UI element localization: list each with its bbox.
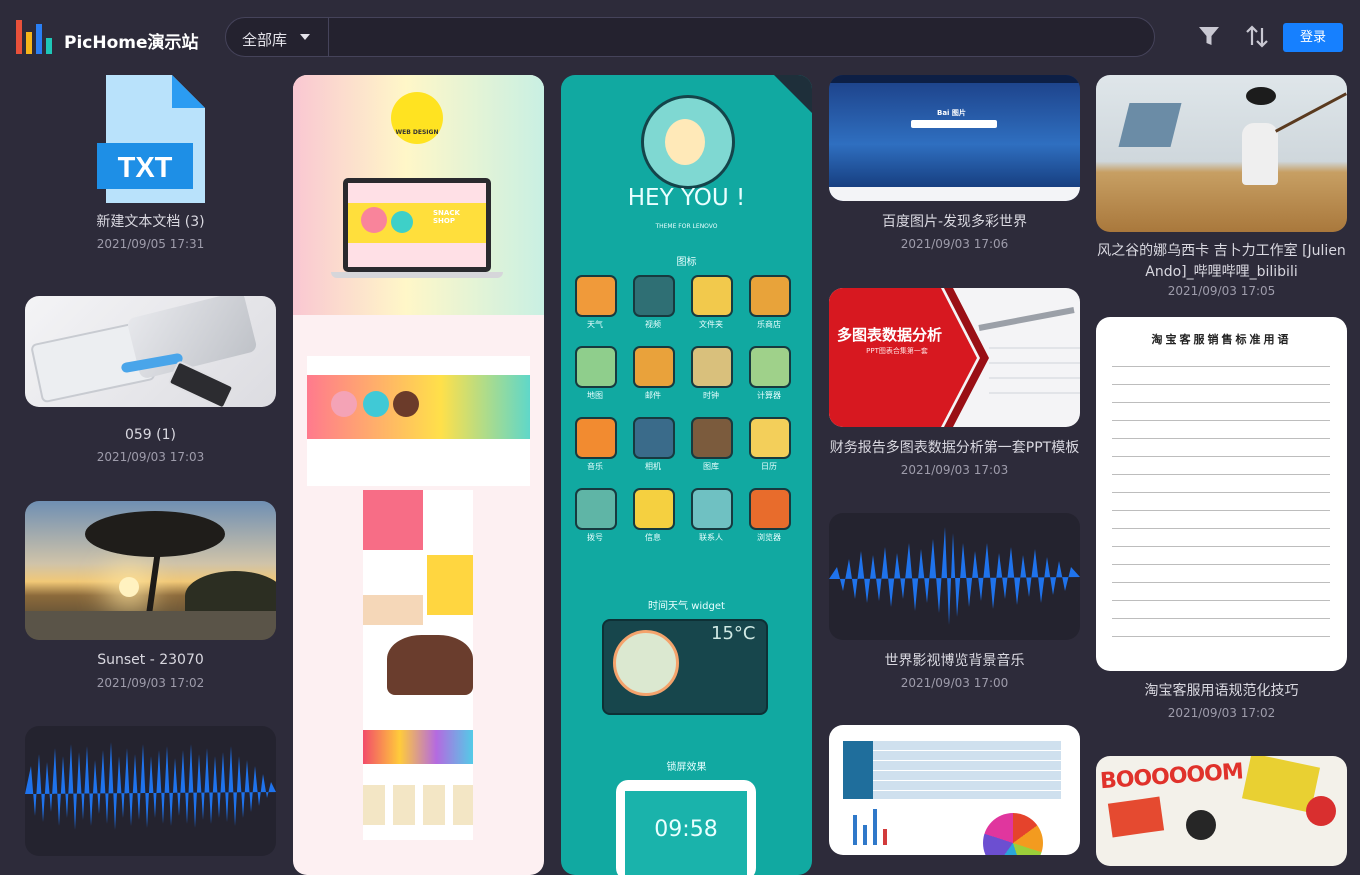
theme-app-icon: 音乐 bbox=[575, 417, 617, 472]
filter-icon[interactable] bbox=[1197, 24, 1223, 50]
asset-date: 2021/09/05 17:31 bbox=[96, 237, 205, 251]
asset-date: 2021/09/03 17:05 bbox=[1167, 284, 1276, 298]
app-logo[interactable] bbox=[16, 20, 54, 54]
asset-title: 财务报告多图表数据分析第一套PPT模板 bbox=[829, 440, 1080, 456]
txt-file-icon: TXT bbox=[97, 75, 205, 203]
thumbnail-violin-photo bbox=[1096, 75, 1347, 232]
thumbnail-phone-theme: HEY YOU ! THEME FOR LENOVO 图标 天气 视频 文件夹 乐商店… bbox=[561, 75, 812, 875]
asset-card-document[interactable]: 淘宝客服销售标准用语 淘宝客服用语规范化技巧 2021/09/03 17:02 bbox=[1096, 317, 1347, 727]
thumbnail-audio-waveform bbox=[829, 513, 1080, 640]
asset-date: 2021/09/03 17:03 bbox=[900, 463, 1009, 477]
theme-app-icon: 信息 bbox=[633, 488, 675, 543]
sort-icon[interactable] bbox=[1244, 24, 1270, 50]
theme-app-icon: 视频 bbox=[633, 275, 675, 330]
theme-app-icon: 计算器 bbox=[749, 346, 791, 401]
top-bar: PicHome演示站 全部库 登录 bbox=[0, 0, 1360, 76]
svg-text:TXT: TXT bbox=[118, 152, 173, 184]
theme-app-icon: 联系人 bbox=[691, 488, 733, 543]
asset-card-theme[interactable]: HEY YOU ! THEME FOR LENOVO 图标 天气 视频 文件夹 乐商店… bbox=[561, 75, 812, 875]
thumbnail-audio-waveform bbox=[25, 726, 276, 856]
caret-down-icon bbox=[300, 34, 310, 40]
theme-app-icon: 图库 bbox=[691, 417, 733, 472]
theme-app-icon: 文件夹 bbox=[691, 275, 733, 330]
asset-title: 淘宝客服用语规范化技巧 bbox=[1144, 683, 1299, 699]
asset-card-txt[interactable]: TXT 新建文本文档 (3) 2021/09/05 17:31 bbox=[25, 75, 276, 265]
theme-app-icon: 相机 bbox=[633, 417, 675, 472]
library-scope-label: 全部库 bbox=[242, 31, 288, 49]
thumbnail-baidu-screenshot: Bai 图片 bbox=[829, 75, 1080, 201]
login-button[interactable]: 登录 bbox=[1283, 23, 1343, 52]
asset-card-web-design[interactable]: WEB DESIGN SNACK SHOP bbox=[293, 75, 544, 875]
asset-title: Sunset - 23070 bbox=[97, 652, 204, 668]
asset-date: 2021/09/03 17:02 bbox=[1167, 706, 1276, 720]
thumbnail-document-page: 淘宝客服销售标准用语 bbox=[1096, 317, 1347, 671]
asset-date: 2021/09/03 17:03 bbox=[96, 450, 205, 464]
search-input[interactable] bbox=[330, 18, 1144, 58]
asset-card-comic[interactable]: BOOOOOOM bbox=[1096, 756, 1347, 866]
theme-app-icon: 地图 bbox=[575, 346, 617, 401]
theme-app-icon: 时钟 bbox=[691, 346, 733, 401]
asset-title: 风之谷的娜乌西卡 吉卜力工作室 [Julien Ando]_哔哩哔哩_bilib… bbox=[1097, 243, 1346, 280]
asset-card-music[interactable]: 世界影视博览背景音乐 2021/09/03 17:00 bbox=[829, 513, 1080, 695]
asset-card-ppt[interactable]: 多图表数据分析 PPT图表合集第一套 财务报告多图表数据分析第一套PPT模板 2… bbox=[829, 288, 1080, 484]
theme-app-icon: 浏览器 bbox=[749, 488, 791, 543]
thumbnail-web-design-mockup: WEB DESIGN SNACK SHOP bbox=[293, 75, 544, 875]
theme-app-icon: 乐商店 bbox=[749, 275, 791, 330]
thumbnail-ppt-cover: 多图表数据分析 PPT图表合集第一套 bbox=[829, 288, 1080, 427]
asset-date: 2021/09/03 17:02 bbox=[96, 676, 205, 690]
asset-card-059[interactable]: 059 (1) 2021/09/03 17:03 bbox=[25, 296, 276, 471]
asset-card-spreadsheet[interactable] bbox=[829, 725, 1080, 855]
site-title[interactable]: PicHome演示站 bbox=[64, 28, 199, 53]
library-scope-dropdown[interactable]: 全部库 bbox=[226, 18, 329, 56]
asset-title: 059 (1) bbox=[124, 427, 176, 443]
search-bar: 全部库 bbox=[225, 17, 1155, 58]
theme-app-icon: 邮件 bbox=[633, 346, 675, 401]
asset-card-violin[interactable]: 风之谷的娜乌西卡 吉卜力工作室 [Julien Ando]_哔哩哔哩_bilib… bbox=[1096, 75, 1347, 305]
thumbnail-comic-art: BOOOOOOM bbox=[1096, 756, 1347, 866]
asset-card-sunset[interactable]: Sunset - 23070 2021/09/03 17:02 bbox=[25, 501, 276, 696]
asset-card-baidu[interactable]: Bai 图片 百度图片-发现多彩世界 2021/09/03 17:06 bbox=[829, 75, 1080, 255]
asset-title: 世界影视博览背景音乐 bbox=[884, 653, 1025, 669]
thumbnail-devices-image bbox=[25, 296, 276, 407]
asset-date: 2021/09/03 17:00 bbox=[900, 676, 1009, 690]
asset-card-audio[interactable] bbox=[25, 726, 276, 856]
thumbnail-spreadsheet bbox=[829, 725, 1080, 855]
theme-app-icon: 拨号 bbox=[575, 488, 617, 543]
asset-title: 百度图片-发现多彩世界 bbox=[881, 214, 1028, 230]
asset-date: 2021/09/03 17:06 bbox=[900, 237, 1009, 251]
thumbnail-sunset-photo bbox=[25, 501, 276, 640]
asset-title: 新建文本文档 (3) bbox=[96, 214, 205, 230]
theme-app-icon: 天气 bbox=[575, 275, 617, 330]
theme-app-icon: 日历 bbox=[749, 417, 791, 472]
